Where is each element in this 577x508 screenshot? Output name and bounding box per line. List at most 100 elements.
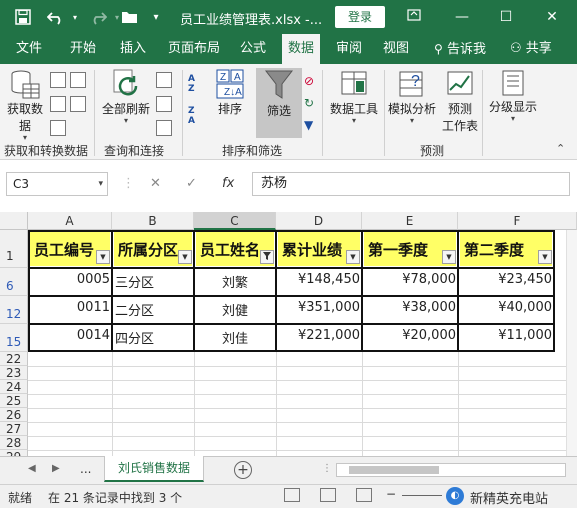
tab-page-layout[interactable]: 页面布局 bbox=[162, 34, 226, 64]
column-header-b[interactable]: B bbox=[112, 212, 194, 230]
cell-employee-name[interactable]: 刘佳 bbox=[196, 328, 274, 347]
scroll-left-icon[interactable]: ◀ bbox=[28, 463, 36, 474]
maximize-button[interactable]: ☐ bbox=[490, 4, 522, 30]
share-button[interactable]: ⚇ 共享 bbox=[504, 34, 558, 64]
horizontal-scrollbar[interactable] bbox=[336, 463, 566, 477]
split-handle-icon[interactable]: ⋮ bbox=[322, 463, 332, 474]
formula-input[interactable]: 苏杨 bbox=[252, 172, 570, 196]
existing-connections-icon[interactable] bbox=[50, 120, 66, 136]
cell-district[interactable]: 三分区 bbox=[115, 272, 193, 291]
from-table-icon[interactable] bbox=[50, 96, 66, 112]
from-text-icon[interactable] bbox=[50, 72, 66, 88]
redo-icon[interactable] bbox=[88, 8, 108, 26]
page-layout-view-icon[interactable] bbox=[320, 488, 336, 502]
filter-active-icon[interactable] bbox=[260, 250, 274, 264]
cell-total-sales[interactable]: ¥148,450 bbox=[278, 272, 360, 287]
get-data-button[interactable]: 获取数 据 ▾ bbox=[4, 68, 46, 142]
forecast-sheet-button[interactable]: 预测 工作表 bbox=[440, 68, 480, 134]
outline-button[interactable]: 分级显示 ▾ bbox=[486, 68, 540, 123]
cell-q1[interactable]: ¥20,000 bbox=[364, 328, 456, 343]
filter-dropdown-button[interactable]: ▼ bbox=[538, 250, 552, 264]
collapse-ribbon-icon[interactable]: ⌃ bbox=[556, 142, 565, 155]
cell-q1[interactable]: ¥78,000 bbox=[364, 272, 456, 287]
save-icon[interactable] bbox=[14, 8, 32, 26]
tell-me[interactable]: ⚲ 告诉我 bbox=[428, 34, 492, 64]
row-header[interactable]: 15 bbox=[0, 324, 28, 352]
row-header[interactable]: 27 bbox=[0, 422, 28, 436]
add-sheet-button[interactable]: + bbox=[234, 461, 252, 479]
column-header-c[interactable]: C bbox=[194, 212, 276, 230]
cancel-entry-button[interactable]: ✕ bbox=[150, 176, 161, 191]
column-header-f[interactable]: F bbox=[458, 212, 577, 230]
sort-descending-icon[interactable]: ZA bbox=[188, 106, 206, 128]
cell-employee-name[interactable]: 刘健 bbox=[196, 300, 274, 319]
tab-review[interactable]: 审阅 bbox=[330, 34, 368, 64]
row-header[interactable]: 1 bbox=[0, 230, 28, 268]
filter-button[interactable]: 筛选 bbox=[258, 68, 300, 119]
filter-dropdown-button[interactable]: ▼ bbox=[178, 250, 192, 264]
tab-view[interactable]: 视图 bbox=[377, 34, 415, 64]
data-tools-button[interactable]: 数据工具 ▾ bbox=[326, 68, 382, 125]
insert-function-button[interactable]: fx bbox=[222, 176, 234, 191]
row-header[interactable]: 28 bbox=[0, 436, 28, 450]
cell-q2[interactable]: ¥11,000 bbox=[460, 328, 552, 343]
minimize-button[interactable]: — bbox=[446, 4, 478, 30]
recent-sources-icon[interactable] bbox=[70, 96, 86, 112]
queries-connections-icon[interactable] bbox=[156, 72, 172, 88]
edit-links-icon[interactable] bbox=[156, 120, 172, 136]
cell-q1[interactable]: ¥38,000 bbox=[364, 300, 456, 315]
tab-formulas[interactable]: 公式 bbox=[234, 34, 272, 64]
column-header-e[interactable]: E bbox=[362, 212, 458, 230]
cell-district[interactable]: 二分区 bbox=[115, 300, 193, 319]
properties-icon[interactable] bbox=[156, 96, 172, 112]
sort-ascending-icon[interactable]: AZ bbox=[188, 74, 206, 96]
row-header[interactable]: 22 bbox=[0, 352, 28, 366]
from-web-icon[interactable] bbox=[70, 72, 86, 88]
advanced-filter-icon[interactable]: ▼ bbox=[304, 118, 313, 132]
login-button[interactable]: 登录 bbox=[335, 6, 385, 28]
cell-employee-id[interactable]: 0005 bbox=[30, 272, 110, 287]
filter-dropdown-button[interactable]: ▼ bbox=[442, 250, 456, 264]
undo-dropdown-icon[interactable]: ▾ bbox=[70, 8, 80, 26]
column-header-d[interactable]: D bbox=[276, 212, 362, 230]
filter-dropdown-button[interactable]: ▼ bbox=[346, 250, 360, 264]
cell-q2[interactable]: ¥23,450 bbox=[460, 272, 552, 287]
cell-q2[interactable]: ¥40,000 bbox=[460, 300, 552, 315]
name-box[interactable]: C3 ▾ bbox=[6, 172, 108, 196]
sheet-tab-active[interactable]: 刘氏销售数据 bbox=[104, 456, 204, 482]
cell-total-sales[interactable]: ¥221,000 bbox=[278, 328, 360, 343]
more-sheets-button[interactable]: ... bbox=[80, 462, 91, 476]
row-header[interactable]: 23 bbox=[0, 366, 28, 380]
cell-employee-id[interactable]: 0014 bbox=[30, 328, 110, 343]
what-if-analysis-button[interactable]: ? 模拟分析 ▾ bbox=[386, 68, 438, 125]
cell-total-sales[interactable]: ¥351,000 bbox=[278, 300, 360, 315]
clear-filter-icon[interactable]: ⊘ bbox=[304, 74, 314, 88]
cell-employee-id[interactable]: 0011 bbox=[30, 300, 110, 315]
row-header[interactable]: 26 bbox=[0, 408, 28, 422]
row-header[interactable]: 24 bbox=[0, 380, 28, 394]
open-folder-icon[interactable] bbox=[120, 8, 140, 26]
tab-home[interactable]: 开始 bbox=[64, 34, 102, 64]
ribbon-options-icon[interactable] bbox=[398, 4, 430, 30]
confirm-entry-button[interactable]: ✓ bbox=[186, 176, 197, 191]
tab-file[interactable]: 文件 bbox=[10, 34, 48, 64]
zoom-out-button[interactable]: − bbox=[386, 487, 396, 501]
refresh-all-button[interactable]: 全部刷新 ▾ bbox=[100, 68, 152, 125]
row-header[interactable]: 6 bbox=[0, 268, 28, 296]
tab-data[interactable]: 数据 bbox=[282, 34, 321, 64]
page-break-view-icon[interactable] bbox=[356, 488, 372, 502]
vertical-scrollbar[interactable] bbox=[566, 230, 577, 456]
row-header[interactable]: 25 bbox=[0, 394, 28, 408]
normal-view-icon[interactable] bbox=[284, 488, 300, 502]
scroll-right-icon[interactable]: ▶ bbox=[52, 463, 60, 474]
zoom-slider[interactable] bbox=[402, 495, 442, 496]
scrollbar-thumb[interactable] bbox=[349, 466, 439, 474]
column-header-a[interactable]: A bbox=[28, 212, 112, 230]
customize-toolbar-icon[interactable]: ▾ bbox=[150, 8, 162, 26]
undo-icon[interactable] bbox=[46, 8, 66, 26]
filter-dropdown-button[interactable]: ▼ bbox=[96, 250, 110, 264]
tab-insert[interactable]: 插入 bbox=[114, 34, 152, 64]
reapply-filter-icon[interactable]: ↻ bbox=[304, 96, 314, 110]
row-header[interactable]: 12 bbox=[0, 296, 28, 324]
select-all-corner[interactable] bbox=[0, 212, 28, 230]
